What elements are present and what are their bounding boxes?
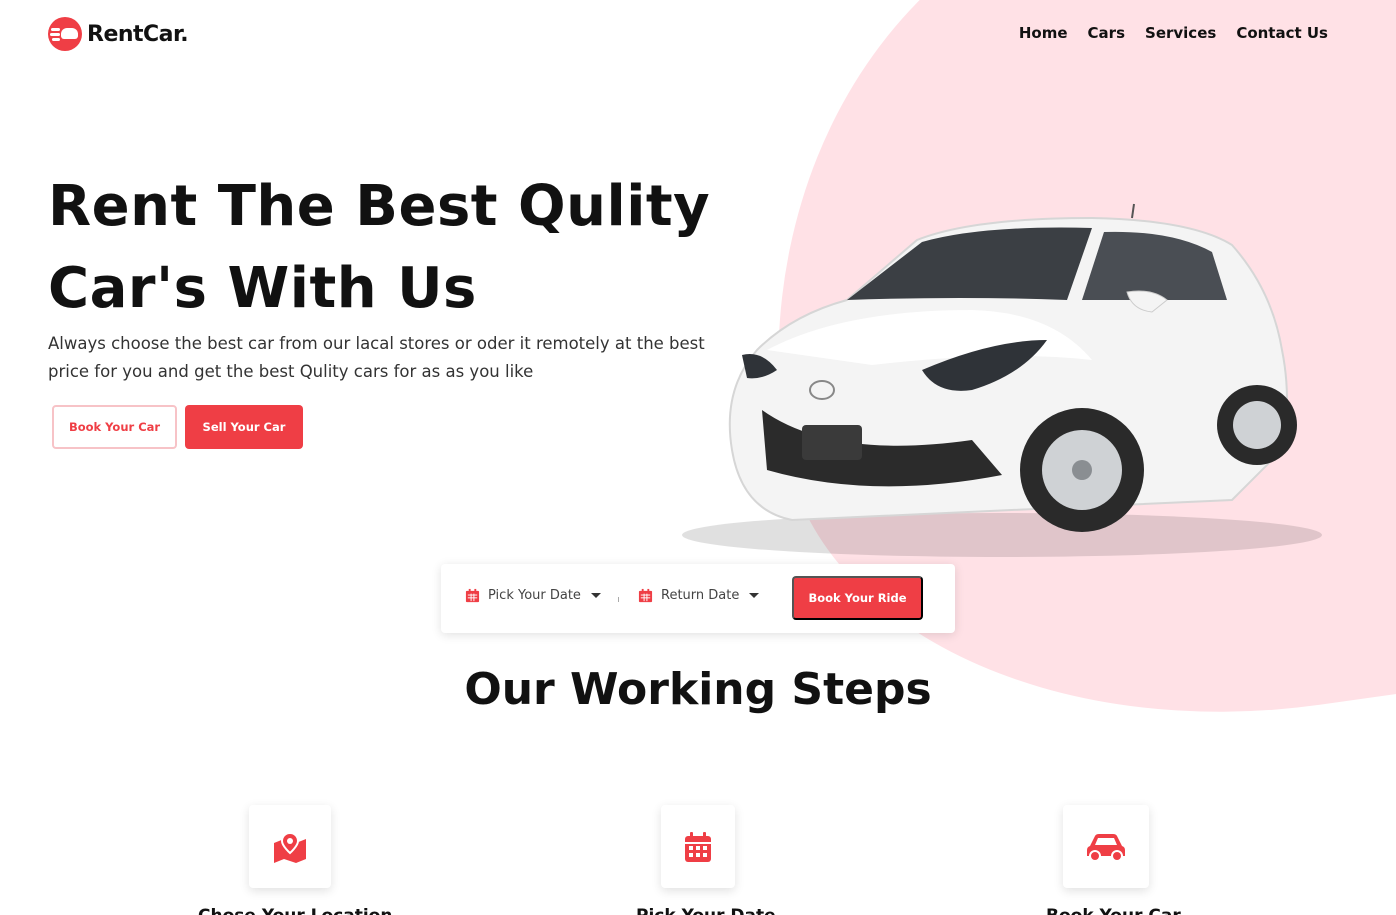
- step-card-date[interactable]: [661, 805, 735, 888]
- book-your-ride-button[interactable]: Book Your Ride: [792, 576, 923, 620]
- booking-bar: Pick Your Date Return Date Book Your Rid…: [441, 564, 955, 633]
- main-nav: Home Cars Services Contact Us: [1019, 24, 1328, 42]
- book-your-car-button[interactable]: Book Your Car: [52, 405, 177, 449]
- pick-date-select[interactable]: Pick Your Date: [465, 588, 601, 603]
- chevron-down-icon: [749, 593, 760, 598]
- nav-contact[interactable]: Contact Us: [1236, 24, 1328, 42]
- map-marker-icon: [274, 831, 306, 863]
- hero-title: Rent The Best Qulity Car's With Us: [48, 166, 748, 330]
- step-card-car[interactable]: [1063, 805, 1149, 888]
- step-label-car: Book Your Car: [1046, 906, 1181, 915]
- calendar-icon: [638, 588, 653, 603]
- pick-date-label: Pick Your Date: [488, 588, 581, 603]
- hero-car-image: [682, 203, 1322, 557]
- step-label-location: Chose Your Location: [198, 906, 392, 915]
- car-icon: [1087, 833, 1125, 862]
- logo[interactable]: RentCar.: [48, 17, 189, 51]
- hero-title-line-2: Car's With Us: [48, 256, 477, 321]
- step-label-date: Pick Your Date: [636, 906, 776, 915]
- hero-subtitle: Always choose the best car from our laca…: [48, 334, 705, 381]
- return-date-select[interactable]: Return Date: [638, 588, 760, 603]
- nav-services[interactable]: Services: [1145, 24, 1216, 42]
- sell-your-car-button[interactable]: Sell Your Car: [185, 405, 303, 449]
- return-date-label: Return Date: [661, 588, 740, 603]
- calendar-icon: [465, 588, 480, 603]
- divider: [618, 597, 619, 602]
- nav-home[interactable]: Home: [1019, 24, 1068, 42]
- chevron-down-icon: [590, 593, 601, 598]
- logo-car-icon: [48, 17, 82, 51]
- brand-name: RentCar.: [87, 21, 189, 47]
- hero-title-line-1: Rent The Best Qulity: [48, 174, 711, 239]
- step-card-location[interactable]: [249, 805, 331, 888]
- calendar-icon: [685, 831, 711, 862]
- steps-title: Our Working Steps: [464, 664, 932, 715]
- nav-cars[interactable]: Cars: [1088, 24, 1125, 42]
